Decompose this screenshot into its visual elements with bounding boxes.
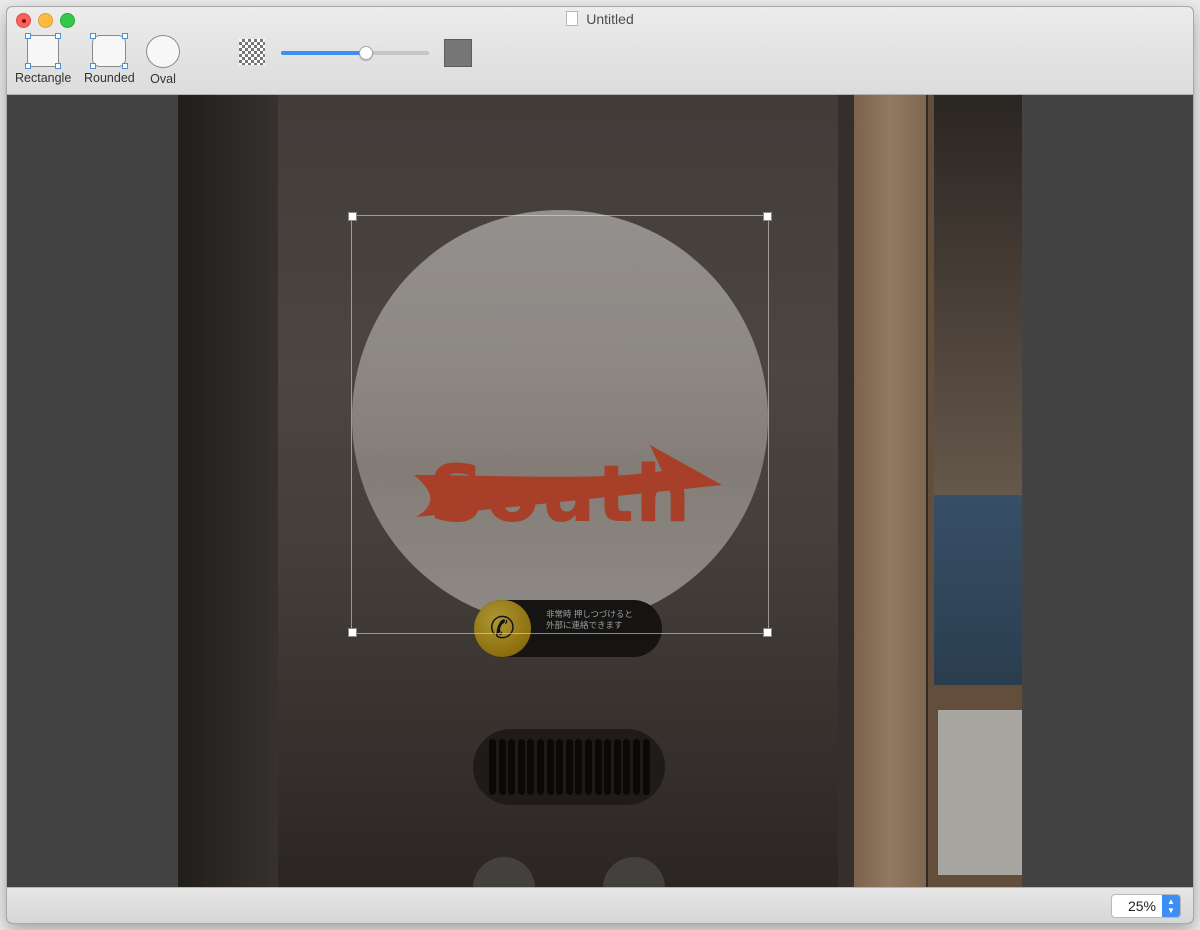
resize-handle-bottom-left[interactable] [348,628,357,637]
speaker-slot [642,739,650,795]
title-toolbar: Untitled Rectangle Rounded Oval [7,7,1193,95]
resize-handle-top-right[interactable] [763,212,772,221]
speaker-slot [604,739,612,795]
resize-handle-top-left[interactable] [348,212,357,221]
rounded-rectangle-shape-icon [90,33,129,69]
resize-handle-bottom-right[interactable] [763,628,772,637]
oval-shape-icon [146,35,180,68]
speaker-slot [575,739,583,795]
canvas-area[interactable]: South ✆ 非常時 押しつづけると 外部に連絡できます [7,95,1193,887]
opacity-slider-fill [281,51,366,55]
speaker-slot [546,739,554,795]
app-window: Untitled Rectangle Rounded Oval ✆ 非常時 押し… [7,7,1193,923]
speaker-slot [498,739,506,795]
speaker-grille [473,729,665,805]
speaker-slot [594,739,602,795]
speaker-slot [489,739,496,795]
speaker-slot [565,739,573,795]
rounded-tool-button[interactable]: Rounded [84,33,135,85]
transparency-checker-icon [239,39,265,65]
oval-tool-label: Oval [150,72,176,86]
speaker-slot [633,739,640,795]
speaker-slot [556,739,564,795]
speaker-slot [527,739,535,795]
poster-photo [934,95,1022,495]
window-title-text: Untitled [586,11,634,27]
document-icon [566,11,579,26]
rectangle-tool-button[interactable]: Rectangle [15,33,72,85]
speaker-slot [508,739,516,795]
poster-landscape [934,495,1022,685]
speaker-slot [537,739,544,795]
status-bar: 25% ▲ ▼ [7,887,1193,923]
window-title: Untitled [7,11,1193,27]
zoom-select[interactable]: 25% ▲ ▼ [1111,894,1181,918]
stepper-arrows-icon[interactable]: ▲ ▼ [1162,895,1180,917]
selection-rectangle[interactable] [348,212,772,637]
speaker-slot [585,739,592,795]
rectangle-tool-label: Rectangle [15,71,72,85]
poster-text [938,710,1022,875]
speaker-slot [623,739,631,795]
zoom-value: 25% [1127,898,1156,914]
rectangle-shape-icon [25,33,62,69]
color-swatch[interactable] [444,39,472,67]
speaker-slot [613,739,621,795]
oval-tool-button[interactable]: Oval [146,35,180,86]
opacity-slider[interactable] [281,46,429,60]
opacity-slider-knob[interactable] [359,46,374,60]
rounded-tool-label: Rounded [84,71,135,85]
wood-frame [854,95,926,887]
speaker-slot [517,739,525,795]
